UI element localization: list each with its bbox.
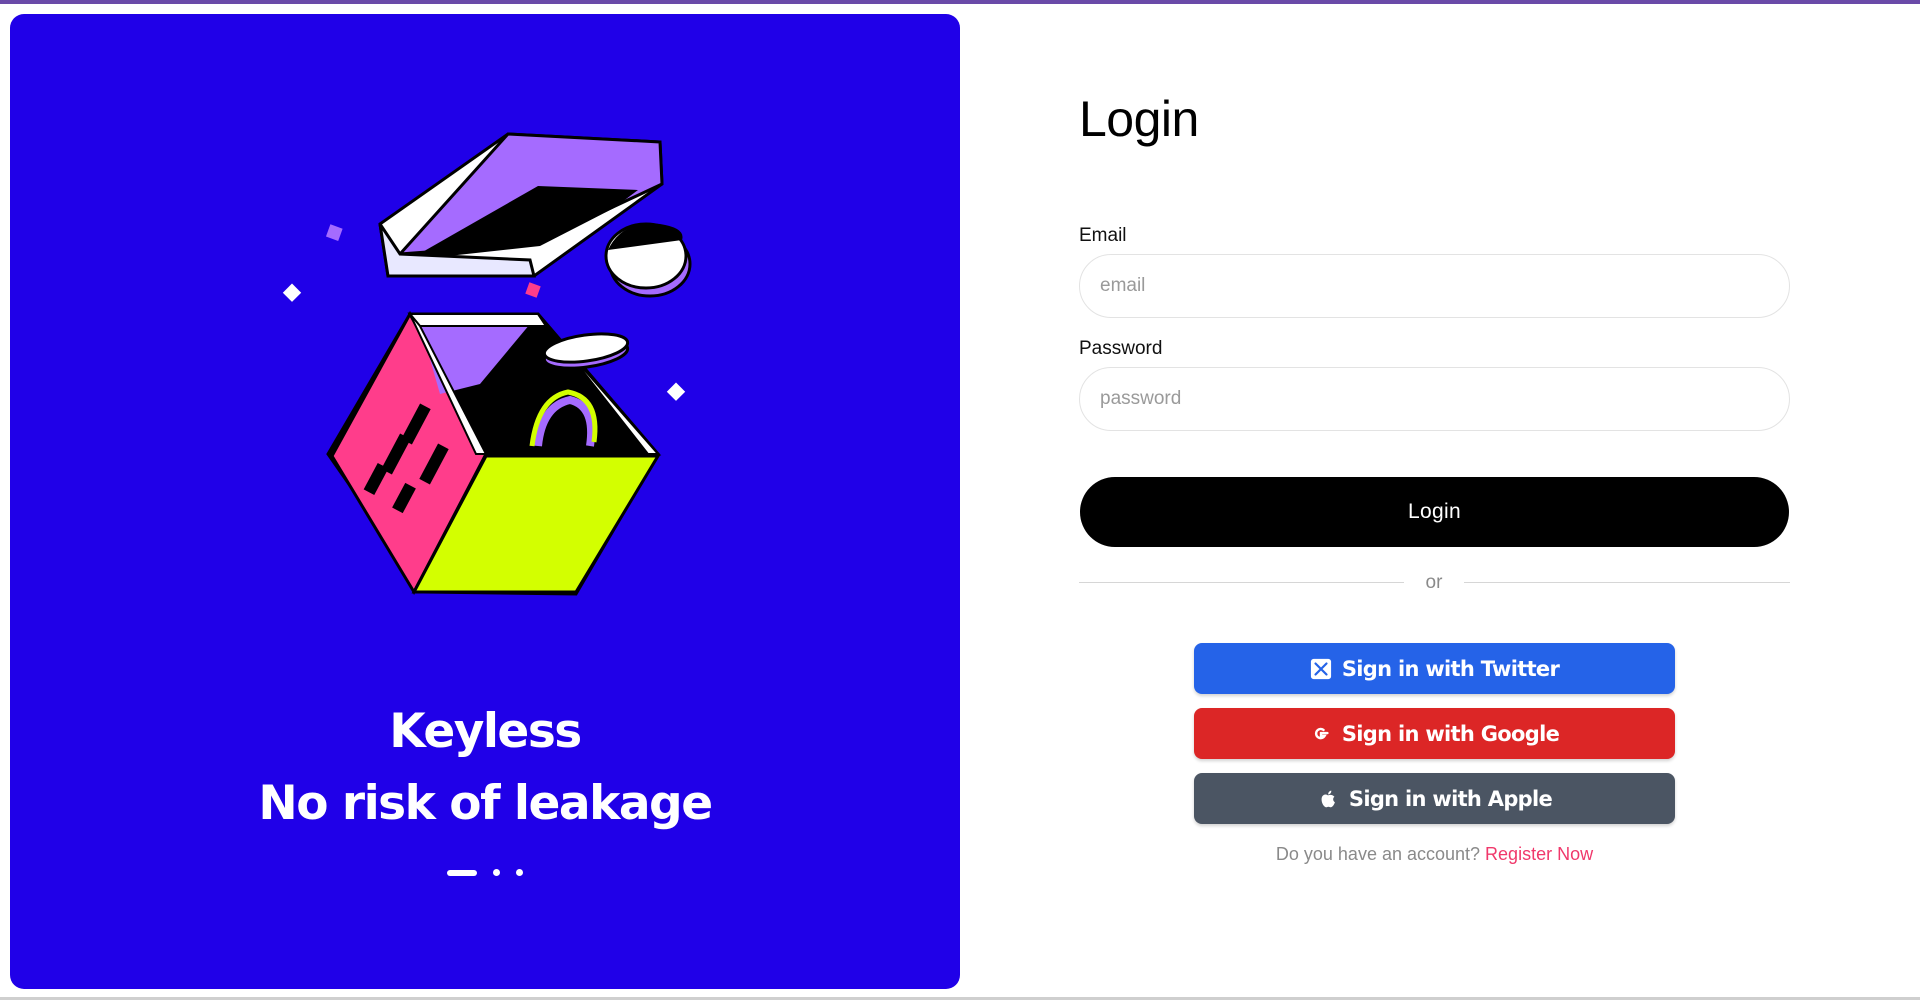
twitter-signin-button[interactable]: Sign in with Twitter xyxy=(1194,643,1675,694)
divider-text: or xyxy=(1425,572,1443,593)
twitter-signin-label: Sign in with Twitter xyxy=(1341,656,1560,681)
apple-icon xyxy=(1321,790,1335,807)
confetti-piece xyxy=(666,382,686,401)
apple-signin-label: Sign in with Apple xyxy=(1348,786,1553,811)
carousel-dot-active[interactable] xyxy=(447,869,477,876)
confetti-piece xyxy=(325,224,343,241)
carousel-dot[interactable] xyxy=(516,869,523,876)
carousel-dot[interactable] xyxy=(493,869,500,876)
email-label: Email xyxy=(1079,225,1127,246)
coin xyxy=(604,222,692,298)
email-field[interactable] xyxy=(1079,254,1790,318)
password-label: Password xyxy=(1079,338,1163,359)
page-title: Login xyxy=(1079,91,1199,147)
google-signin-button[interactable]: Sign in with Google xyxy=(1194,708,1675,759)
register-prompt: Do you have an account? Register Now xyxy=(1079,844,1790,865)
confetti-piece xyxy=(282,283,302,302)
or-divider: or xyxy=(1079,572,1790,593)
google-signin-label: Sign in with Google xyxy=(1341,721,1560,746)
hero-headline-1: Keyless xyxy=(389,704,582,759)
password-field[interactable] xyxy=(1079,367,1790,431)
hero-headline-2: No risk of leakage xyxy=(258,776,713,831)
divider-line xyxy=(1079,582,1404,583)
google-icon xyxy=(1314,727,1329,739)
register-prompt-text: Do you have an account? xyxy=(1275,844,1481,864)
confetti-piece xyxy=(525,282,541,298)
login-button[interactable]: Login xyxy=(1080,477,1789,547)
open-box-illustration xyxy=(282,132,692,596)
top-accent-line xyxy=(0,0,1920,4)
divider-line xyxy=(1464,582,1790,583)
hero-panel: Keyless No risk of leakage xyxy=(10,14,960,989)
apple-signin-button[interactable]: Sign in with Apple xyxy=(1194,773,1675,824)
carousel-indicators xyxy=(10,869,960,876)
register-link[interactable]: Register Now xyxy=(1485,844,1593,864)
x-twitter-icon xyxy=(1310,658,1331,679)
